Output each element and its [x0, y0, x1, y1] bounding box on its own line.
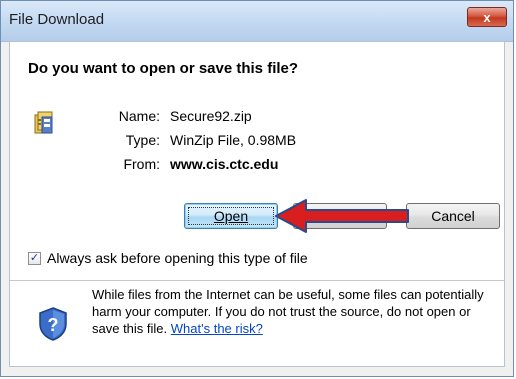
cancel-button-label: Cancel [431, 208, 475, 224]
divider [10, 280, 504, 281]
type-label: Type: [125, 132, 160, 148]
svg-text:?: ? [48, 315, 59, 335]
from-label: From: [123, 156, 160, 172]
close-button[interactable]: x [467, 7, 507, 27]
annotation-arrow-icon [272, 198, 412, 239]
close-icon: x [483, 10, 491, 25]
focus-rect [188, 207, 274, 225]
always-ask-label[interactable]: Always ask before opening this type of f… [47, 250, 308, 266]
info-row-from: From: www.cis.ctc.edu [10, 156, 506, 176]
window-title: File Download [9, 11, 105, 28]
from-value: www.cis.ctc.edu [170, 156, 279, 172]
whats-the-risk-link[interactable]: What's the risk? [171, 321, 263, 336]
security-shield-icon: ? [38, 306, 68, 347]
file-download-dialog: File Download x Do you want to open or s… [0, 0, 514, 377]
cancel-button[interactable]: Cancel [406, 203, 500, 229]
warning-text: While files from the Internet can be use… [92, 287, 484, 336]
security-warning: While files from the Internet can be use… [92, 286, 492, 337]
title-bar[interactable]: File Download x [1, 1, 513, 42]
name-value: Secure92.zip [170, 108, 252, 124]
dialog-question: Do you want to open or save this file? [28, 60, 299, 77]
name-label: Name: [118, 108, 160, 124]
dialog-content: Do you want to open or save this file? N… [9, 41, 505, 367]
always-ask-checkbox[interactable]: ✓ [28, 252, 41, 265]
info-row-name: Name: Secure92.zip [10, 108, 506, 128]
open-button[interactable]: Open [184, 203, 278, 229]
info-row-type: Type: WinZip File, 0.98MB [10, 132, 506, 152]
type-value: WinZip File, 0.98MB [170, 132, 297, 148]
